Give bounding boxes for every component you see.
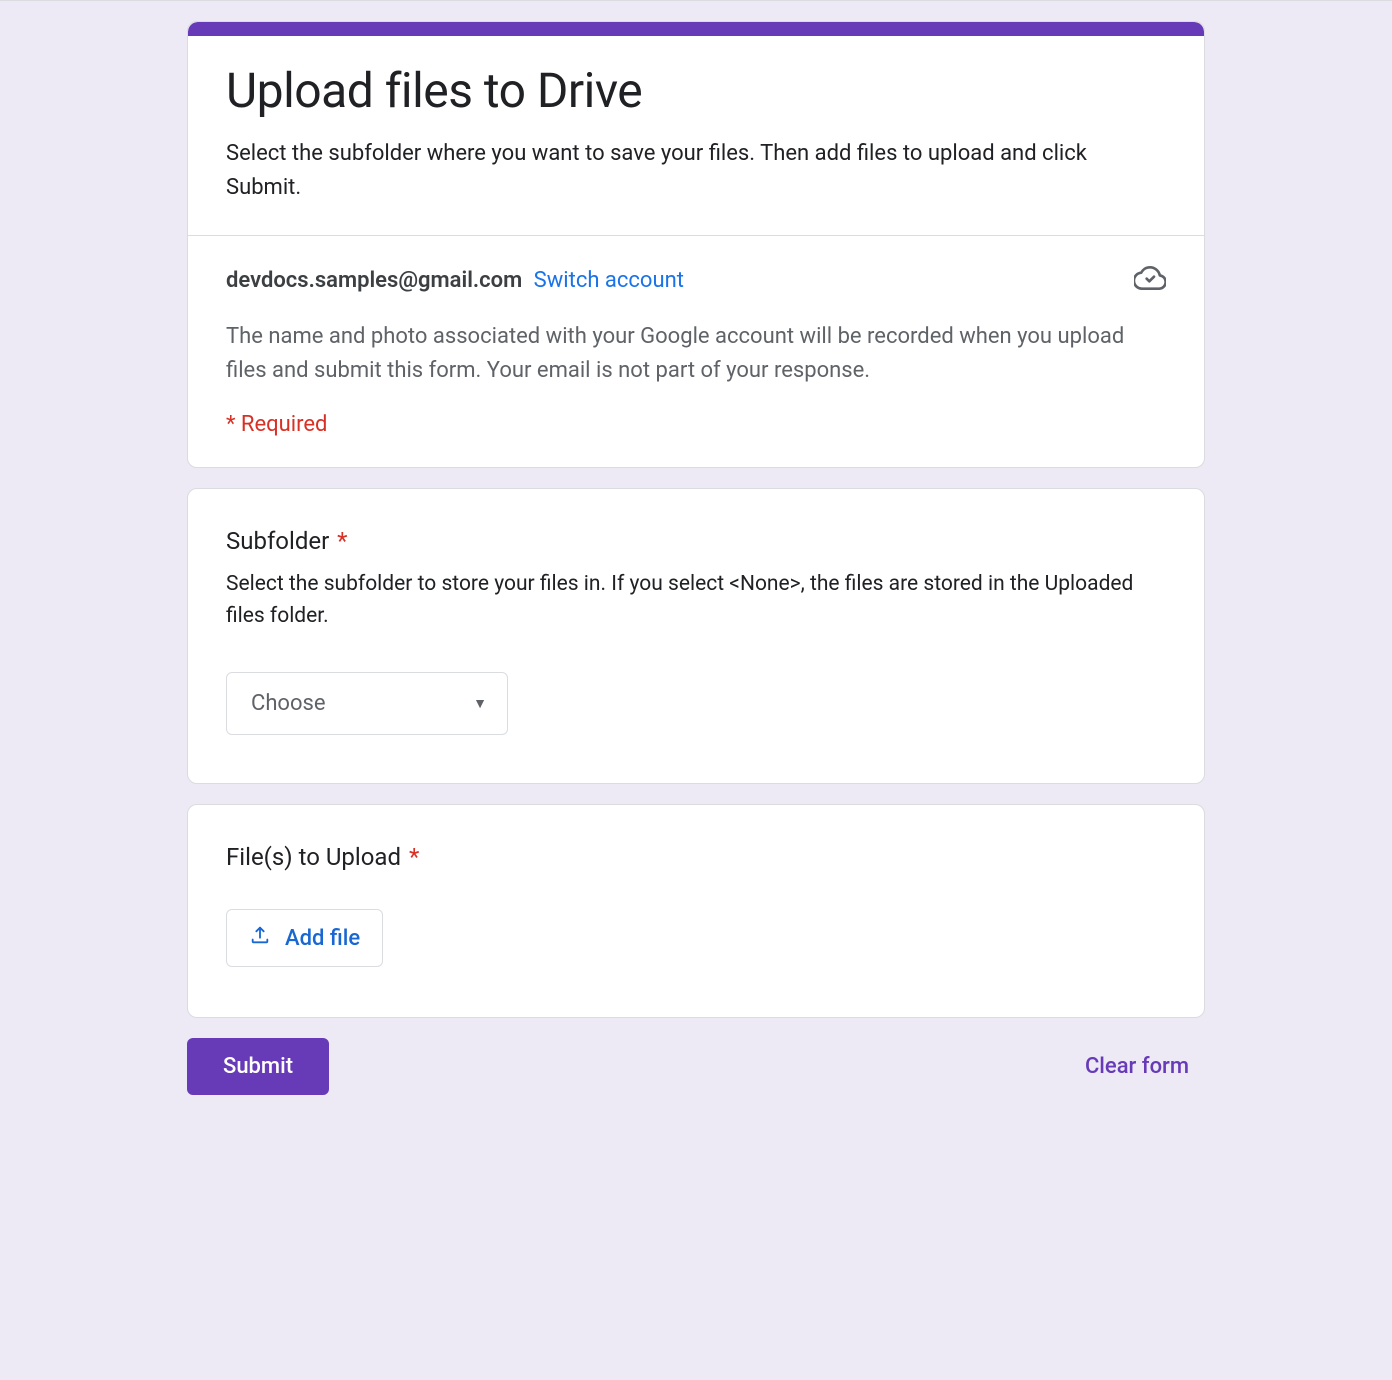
subfolder-description: Select the subfolder to store your files…	[226, 569, 1166, 632]
form-title: Upload files to Drive	[226, 62, 1166, 119]
account-email: devdocs.samples@gmail.com	[226, 268, 522, 293]
switch-account-link[interactable]: Switch account	[534, 268, 684, 293]
chevron-down-icon: ▼	[473, 695, 487, 712]
submit-button[interactable]: Submit	[187, 1038, 329, 1095]
footer-row: Submit Clear form	[187, 1038, 1205, 1095]
account-note: The name and photo associated with your …	[226, 320, 1166, 388]
subfolder-title-text: Subfolder	[226, 527, 329, 555]
accent-bar	[188, 22, 1204, 36]
upload-icon	[249, 924, 271, 952]
clear-form-link[interactable]: Clear form	[1069, 1044, 1205, 1089]
add-file-label: Add file	[285, 926, 360, 951]
subfolder-dropdown[interactable]: Choose ▼	[226, 672, 508, 735]
subfolder-card: Subfolder * Select the subfolder to stor…	[187, 488, 1205, 784]
subfolder-title: Subfolder *	[226, 527, 1166, 555]
account-info: devdocs.samples@gmail.com Switch account	[226, 268, 684, 293]
add-file-button[interactable]: Add file	[226, 909, 383, 967]
upload-title-text: File(s) to Upload	[226, 843, 401, 871]
dropdown-placeholder: Choose	[251, 691, 326, 716]
required-star: *	[337, 527, 347, 555]
upload-card: File(s) to Upload * Add file	[187, 804, 1205, 1018]
upload-title: File(s) to Upload *	[226, 843, 1166, 871]
form-header-card: Upload files to Drive Select the subfold…	[187, 21, 1205, 468]
cloud-done-icon	[1134, 262, 1166, 298]
required-note: * Required	[226, 412, 1166, 437]
form-description: Select the subfolder where you want to s…	[226, 137, 1166, 205]
required-star: *	[409, 843, 419, 871]
